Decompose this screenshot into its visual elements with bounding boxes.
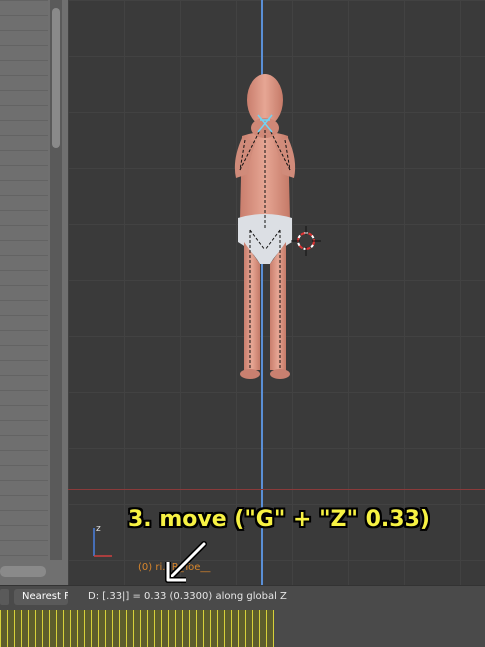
tutorial-annotation: 3. move ("G" + "Z" 0.33) <box>128 507 430 532</box>
transform-status-text: D: [.33|] = 0.33 (0.3300) along global Z <box>88 591 287 602</box>
interpolation-dropdown[interactable]: Nearest F <box>14 589 68 605</box>
svg-text:z: z <box>96 524 101 534</box>
3d-cursor-icon <box>291 226 321 256</box>
left-panel-toggle-button[interactable] <box>0 589 9 605</box>
arrow-icon <box>165 541 207 583</box>
left-panel-scroll-thumb[interactable] <box>52 8 60 148</box>
left-panel-grid <box>0 0 48 560</box>
viewport-header-bar: D: [.33|] = 0.33 (0.3300) along global Z <box>68 585 485 610</box>
axis-gizmo-icon: z <box>93 524 112 557</box>
left-panel-h-scrollbar[interactable] <box>0 566 46 577</box>
x-axis-line <box>68 489 485 490</box>
timeline-frame-range[interactable] <box>0 610 274 647</box>
